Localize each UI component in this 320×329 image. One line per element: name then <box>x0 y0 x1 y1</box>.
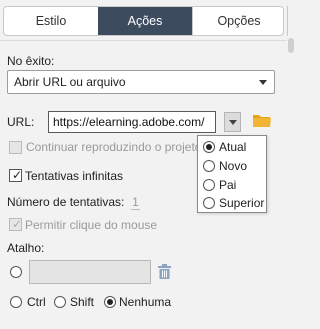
ctrl-radio[interactable] <box>10 296 22 308</box>
infinite-attempts-checkbox[interactable]: ✓ <box>9 168 23 182</box>
tab-bar: Estilo Ações Opções <box>3 6 284 36</box>
trash-icon[interactable] <box>158 264 171 279</box>
radio-selected-dot <box>107 299 113 305</box>
superior-radio[interactable] <box>203 197 215 209</box>
url-input[interactable]: https://elearning.adobe.com/ <box>48 111 216 133</box>
chevron-down-icon <box>229 120 237 125</box>
window-target-dropdown-button[interactable] <box>224 112 241 132</box>
attempts-label: Número de tentativas: <box>7 195 125 209</box>
tab-estilo[interactable]: Estilo <box>4 7 98 35</box>
atual-radio[interactable] <box>203 141 215 153</box>
folder-icon[interactable] <box>253 114 271 128</box>
continue-playing-label: Continuar reproduzindo o projeto <box>26 140 202 154</box>
infinite-attempts-label: Tentativas infinitas <box>25 169 124 183</box>
shortcut-radio[interactable] <box>10 266 22 278</box>
shift-label: Shift <box>70 295 95 309</box>
shortcut-key-input[interactable] <box>29 260 151 284</box>
window-target-popup: Atual Novo Pai Superior <box>197 135 267 213</box>
checkmark-icon: ✓ <box>12 217 23 231</box>
url-label: URL: <box>7 115 35 129</box>
attempts-value[interactable]: 1 <box>131 195 140 210</box>
shortcut-label: Atalho: <box>7 241 45 255</box>
on-success-select[interactable]: Abrir URL ou arquivo <box>7 70 275 94</box>
nenhuma-label: Nenhuma <box>119 295 172 309</box>
superior-label: Superior <box>219 196 265 210</box>
scrollbar-thumb[interactable] <box>288 38 294 53</box>
allow-mouse-click-checkbox[interactable]: ✓ <box>9 217 23 231</box>
on-success-value: Abrir URL ou arquivo <box>14 75 126 89</box>
on-success-label: No êxito: <box>7 54 55 68</box>
continue-playing-checkbox[interactable] <box>9 141 22 154</box>
tab-opcoes[interactable]: Opções <box>192 7 283 35</box>
divider <box>287 6 288 36</box>
shift-radio[interactable] <box>54 296 66 308</box>
pai-label: Pai <box>219 178 237 192</box>
tab-acoes[interactable]: Ações <box>98 7 192 35</box>
nenhuma-radio[interactable] <box>104 296 116 308</box>
scrollbar[interactable] <box>287 36 295 329</box>
divider <box>0 40 287 41</box>
pai-radio[interactable] <box>203 179 215 191</box>
allow-mouse-click-label: Permitir clique do mouse <box>25 218 158 232</box>
checkmark-icon: ✓ <box>12 168 23 182</box>
ctrl-label: Ctrl <box>27 295 46 309</box>
chevron-down-icon <box>259 80 267 85</box>
novo-radio[interactable] <box>203 160 215 172</box>
novo-label: Novo <box>219 159 248 173</box>
radio-selected-dot <box>206 144 212 150</box>
atual-label: Atual <box>219 140 247 154</box>
